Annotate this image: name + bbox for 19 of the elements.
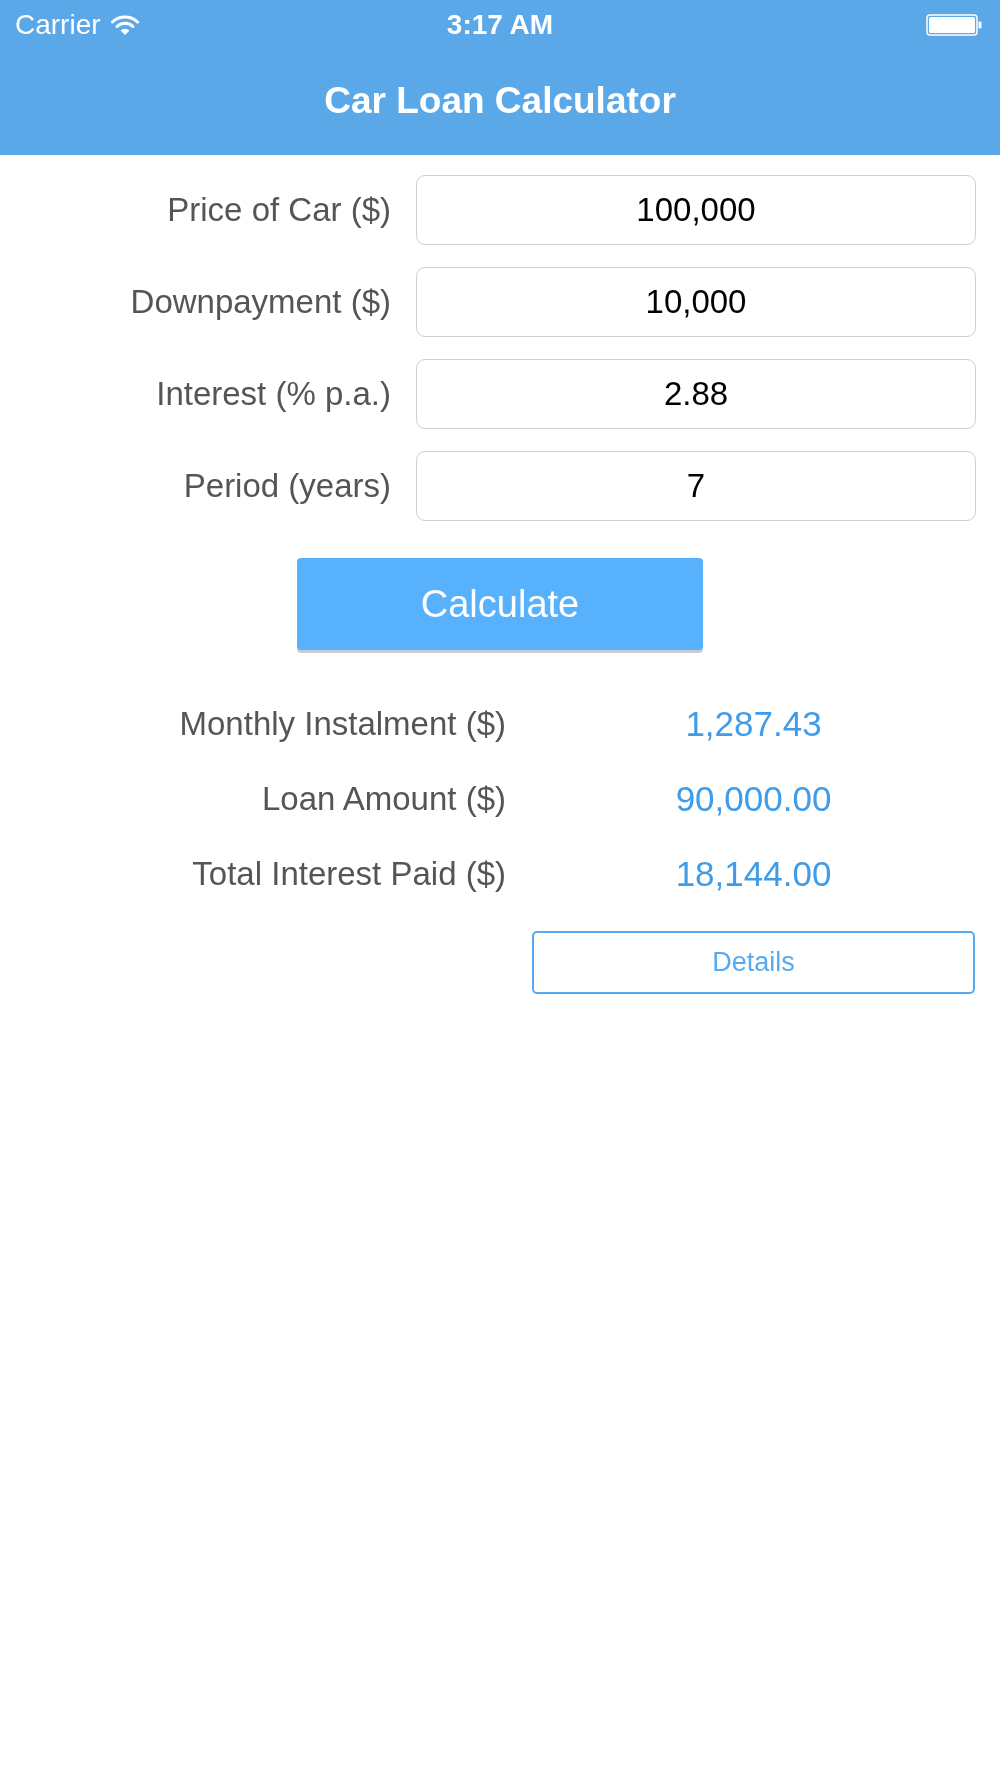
text-field[interactable]: 100,000: [416, 175, 976, 245]
result-value: 90,000.00: [675, 777, 832, 820]
field-label: Price of Car ($): [167, 191, 391, 229]
screen-title: Car Loan Calculator: [324, 79, 676, 122]
status-time: 3:17 AM: [446, 9, 554, 41]
wifi-icon: [110, 14, 139, 36]
carrier-name: Carrier: [15, 9, 101, 41]
field-label: Period (years): [183, 467, 391, 505]
field-label: Downpayment ($): [130, 283, 391, 321]
field-label: Interest (% p.a.): [156, 375, 391, 413]
result-label: Monthly Instalment ($): [179, 703, 506, 744]
text-field[interactable]: 7: [416, 451, 976, 521]
result-value: 1,287.43: [685, 702, 822, 745]
text-field[interactable]: 2.88: [416, 359, 976, 429]
battery-icon: [926, 14, 982, 36]
result-label: Total Interest Paid ($): [192, 853, 506, 894]
result-value: 18,144.00: [675, 852, 832, 895]
result-label: Loan Amount ($): [262, 778, 506, 819]
text-field[interactable]: 10,000: [416, 267, 976, 337]
